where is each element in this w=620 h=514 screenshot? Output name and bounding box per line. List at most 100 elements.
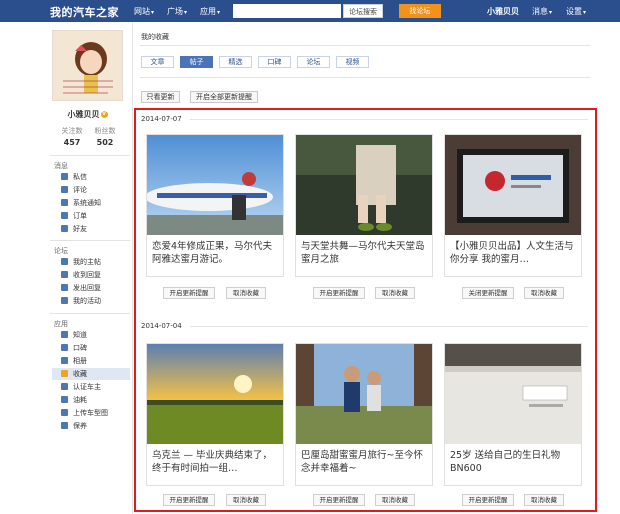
current-user-name[interactable]: 小雅贝贝: [487, 6, 519, 17]
find-forum-button[interactable]: 找论坛: [399, 4, 441, 18]
sidebar-item-friends[interactable]: 好友: [52, 223, 130, 235]
sidebar-item-fuel[interactable]: 油耗: [52, 394, 130, 406]
nav-messages-label: 消息: [532, 7, 548, 16]
post-thumbnail[interactable]: [147, 135, 283, 235]
nav-settings[interactable]: 设置▾: [566, 6, 586, 17]
tab-koubei[interactable]: 口碑: [258, 56, 291, 68]
nav-apps[interactable]: 应用▾: [200, 6, 220, 17]
sidebar-item-label: 收藏: [73, 370, 87, 378]
couple-photo: [296, 344, 432, 444]
cancel-favorite-button[interactable]: 取消收藏: [226, 287, 266, 299]
sidebar-item-sent-replies[interactable]: 发出回复: [52, 282, 130, 294]
forum-search-button[interactable]: 论坛搜索: [343, 4, 383, 18]
followers-stat[interactable]: 粉丝数 502: [90, 126, 120, 147]
sidebar-divider: [50, 155, 130, 156]
sidebar-item-upload-car-photo[interactable]: 上传车型图: [52, 407, 130, 419]
favorite-card[interactable]: 乌克兰 — 毕业庆典结束了，终于有时间拍一组…: [146, 343, 284, 486]
cancel-favorite-button[interactable]: 取消收藏: [524, 287, 564, 299]
cancel-favorite-button[interactable]: 取消收藏: [375, 494, 415, 506]
thread-icon: [61, 258, 68, 265]
favorite-card[interactable]: 恋爱4年修成正果，马尔代夫阿雅达蜜月游记。: [146, 134, 284, 277]
nav-plaza[interactable]: 广场▾: [167, 6, 187, 17]
order-icon: [61, 212, 68, 219]
post-title[interactable]: 25岁 送给自己的生日礼物BN600: [450, 449, 578, 477]
sidebar-item-system-notice[interactable]: 系统通知: [52, 197, 130, 209]
tab-posts[interactable]: 帖子: [180, 56, 213, 68]
post-title[interactable]: 【小雅贝贝出品】人文生活与你分享 我的蜜月…: [450, 240, 578, 268]
sidebar-item-label: 私信: [73, 173, 87, 181]
tab-articles[interactable]: 文章: [141, 56, 174, 68]
sidebar-item-my-threads[interactable]: 我的主帖: [52, 256, 130, 268]
post-thumbnail[interactable]: [147, 344, 283, 444]
post-title[interactable]: 与天堂共舞—马尔代夫天堂岛蜜月之旅: [301, 240, 429, 268]
post-thumbnail[interactable]: [445, 135, 581, 235]
profile-name[interactable]: 小雅贝贝 V: [50, 109, 125, 120]
enable-update-reminder-button[interactable]: 开启更新提醒: [163, 494, 215, 506]
seatback-screen-photo: [445, 135, 581, 235]
question-icon: [61, 331, 68, 338]
search-input[interactable]: [233, 4, 341, 18]
sidebar-item-label: 评论: [73, 186, 87, 194]
following-stat[interactable]: 关注数 457: [57, 126, 87, 147]
sidebar-item-koubei[interactable]: 口碑: [52, 342, 130, 354]
post-thumbnail[interactable]: [445, 344, 581, 444]
sidebar-item-my-events[interactable]: 我的活动: [52, 295, 130, 307]
sidebar-item-orders[interactable]: 订单: [52, 210, 130, 222]
sidebar-separator: [132, 22, 133, 514]
sidebar-section-messages: 消息: [54, 162, 68, 170]
enable-all-update-reminders-button[interactable]: 开启全部更新提醒: [190, 91, 258, 103]
sidebar-item-label: 知道: [73, 331, 87, 339]
post-title[interactable]: 乌克兰 — 毕业庆典结束了，终于有时间拍一组…: [152, 449, 280, 477]
star-icon: [61, 370, 68, 377]
cancel-favorite-button[interactable]: 取消收藏: [524, 494, 564, 506]
reply-in-icon: [61, 271, 68, 278]
avatar-illustration: [53, 31, 122, 100]
sidebar-item-label: 订单: [73, 212, 87, 220]
post-thumbnail[interactable]: [296, 135, 432, 235]
sidebar-divider: [50, 240, 130, 241]
sidebar-item-label: 我的主帖: [73, 258, 101, 266]
enable-update-reminder-button[interactable]: 开启更新提醒: [313, 287, 365, 299]
sidebar-item-favorites[interactable]: 收藏: [52, 368, 130, 380]
verified-badge-icon: V: [100, 111, 108, 118]
sidebar-divider: [50, 313, 130, 314]
nav-website[interactable]: 网站▾: [134, 6, 154, 17]
post-thumbnail[interactable]: [296, 344, 432, 444]
favorite-card[interactable]: 与天堂共舞—马尔代夫天堂岛蜜月之旅: [295, 134, 433, 277]
sidebar-item-zhidao[interactable]: 知道: [52, 329, 130, 341]
avatar[interactable]: [52, 30, 123, 101]
sidebar-item-album[interactable]: 相册: [52, 355, 130, 367]
comment-icon: [61, 186, 68, 193]
tab-selected[interactable]: 精选: [219, 56, 252, 68]
enable-update-reminder-button[interactable]: 开启更新提醒: [163, 287, 215, 299]
post-title[interactable]: 恋爱4年修成正果，马尔代夫阿雅达蜜月游记。: [152, 240, 280, 268]
favorite-card[interactable]: 巴厘岛甜蜜蜜月旅行~至今怀念并幸福着~: [295, 343, 433, 486]
nav-plaza-label: 广场: [167, 7, 183, 16]
favorite-card[interactable]: 【小雅贝贝出品】人文生活与你分享 我的蜜月…: [444, 134, 582, 277]
disable-update-reminder-button[interactable]: 关闭更新提醒: [462, 287, 514, 299]
site-logo[interactable]: 我的汽车之家: [50, 4, 119, 20]
enable-update-reminder-button[interactable]: 开启更新提醒: [313, 494, 365, 506]
nav-website-label: 网站: [134, 7, 150, 16]
sidebar-item-verified-owner[interactable]: 认证车主: [52, 381, 130, 393]
sidebar-item-private-messages[interactable]: 私信: [52, 171, 130, 183]
sidebar-item-comments[interactable]: 评论: [52, 184, 130, 196]
only-updates-button[interactable]: 只看更新: [141, 91, 180, 103]
chevron-down-icon: ▾: [549, 9, 553, 16]
tab-forum[interactable]: 论坛: [297, 56, 330, 68]
sidebar-section-forum: 论坛: [54, 247, 68, 255]
sidebar-item-label: 油耗: [73, 396, 87, 404]
cancel-favorite-button[interactable]: 取消收藏: [226, 494, 266, 506]
stat-value: 502: [96, 138, 114, 147]
favorite-card[interactable]: 25岁 送给自己的生日礼物BN600: [444, 343, 582, 486]
wrench-icon: [61, 422, 68, 429]
tab-video[interactable]: 视频: [336, 56, 369, 68]
stat-label: 粉丝数: [94, 127, 116, 135]
sidebar-item-received-replies[interactable]: 收到回复: [52, 269, 130, 281]
nav-messages[interactable]: 消息▾: [532, 6, 552, 17]
sidebar-item-label: 认证车主: [73, 383, 101, 391]
cancel-favorite-button[interactable]: 取消收藏: [375, 287, 415, 299]
enable-update-reminder-button[interactable]: 开启更新提醒: [462, 494, 514, 506]
sidebar-item-maintenance[interactable]: 保养: [52, 420, 130, 432]
post-title[interactable]: 巴厘岛甜蜜蜜月旅行~至今怀念并幸福着~: [301, 449, 429, 477]
